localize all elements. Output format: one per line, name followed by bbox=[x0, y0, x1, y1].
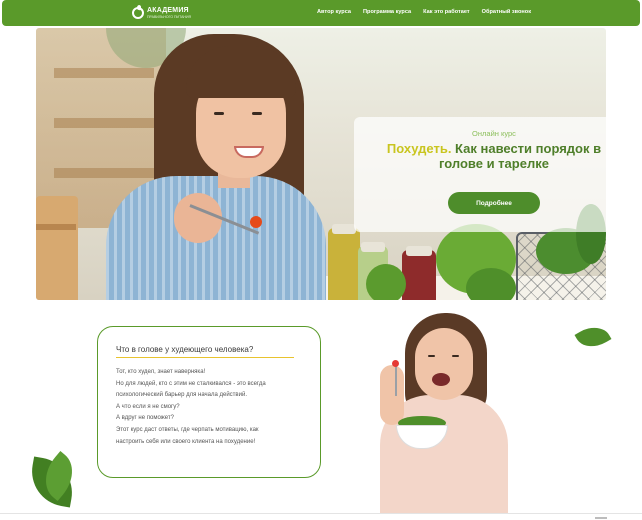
nav-link-author[interactable]: Автор курса bbox=[317, 9, 351, 15]
nav-link-program[interactable]: Программа курса bbox=[363, 9, 411, 15]
info-line: А вдруг не поможет? bbox=[116, 415, 174, 422]
nav-link-how-it-works[interactable]: Как это работает bbox=[423, 9, 470, 15]
info-line: настроить себя или своего клиента на пох… bbox=[116, 438, 256, 445]
apple-logo-icon bbox=[132, 7, 144, 19]
info-line: психологический барьер для начала действ… bbox=[116, 392, 247, 399]
main-nav: Автор курса Программа курса Как это рабо… bbox=[317, 9, 531, 15]
leaf-icon bbox=[574, 319, 612, 355]
nav-link-callback[interactable]: Обратный звонок bbox=[482, 9, 531, 15]
tomato-icon bbox=[392, 360, 399, 367]
logo-subtitle: ПРАВИЛЬНОГО ПИТАНИЯ bbox=[147, 15, 191, 19]
info-card-body: Тот, кто худел, знает наверняка! Но для … bbox=[116, 367, 306, 448]
fork-icon bbox=[395, 366, 397, 396]
jar bbox=[328, 228, 360, 300]
jar bbox=[402, 250, 436, 300]
tomato-icon bbox=[250, 216, 262, 228]
info-line: Тот, кто худел, знает наверняка! bbox=[116, 369, 206, 375]
logo[interactable]: АКАДЕМИЯ ПРАВИЛЬНОГО ПИТАНИЯ bbox=[132, 5, 191, 21]
info-card-title: Что в голове у худеющего человека? bbox=[116, 345, 254, 354]
hero-kicker: Онлайн курс bbox=[472, 129, 516, 138]
scroll-indicator bbox=[595, 517, 607, 519]
logo-title: АКАДЕМИЯ bbox=[147, 7, 189, 14]
info-line: Но для людей, кто с этим не сталкивался … bbox=[116, 380, 266, 387]
chair bbox=[36, 196, 78, 300]
top-navigation-bar: АКАДЕМИЯ ПРАВИЛЬНОГО ПИТАНИЯ Автор курса… bbox=[2, 0, 640, 26]
hero-title-accent: Похудеть. bbox=[386, 141, 452, 156]
section-divider bbox=[0, 513, 642, 514]
info-line: Этот курс даст ответы, где черпать мотив… bbox=[116, 426, 259, 433]
hero-title: Похудеть. Как навести порядок в голове и… bbox=[364, 141, 606, 171]
info-card: Что в голове у худеющего человека? Тот, … bbox=[97, 326, 321, 478]
title-underline bbox=[116, 357, 294, 358]
hero-title-rest: Как навести порядок в голове и тарелке bbox=[439, 141, 602, 171]
hero-banner: Онлайн курс Похудеть. Как навести порядо… bbox=[36, 28, 606, 300]
more-info-button[interactable]: Подробнее bbox=[448, 192, 540, 214]
info-line: А что если я не смогу? bbox=[116, 403, 180, 410]
hero-text-card: Онлайн курс Похудеть. Как навести порядо… bbox=[354, 117, 606, 232]
